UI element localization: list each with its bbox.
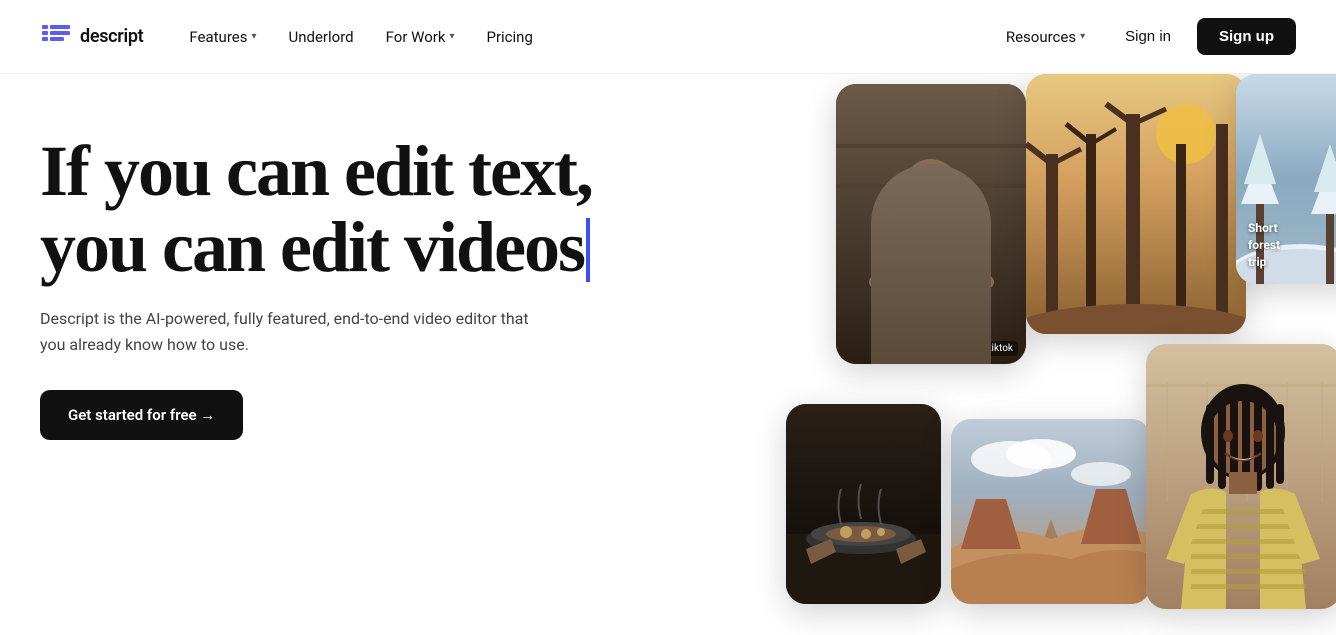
signup-button[interactable]: Sign up bbox=[1197, 18, 1296, 55]
nav-item-resources[interactable]: Resources ▾ bbox=[992, 20, 1099, 54]
woman-illustration bbox=[1146, 344, 1336, 609]
desert-illustration bbox=[951, 419, 1151, 604]
nav-label-for-work: For Work bbox=[386, 28, 446, 46]
media-card-cooking bbox=[786, 404, 941, 604]
snow-overlay-text: Short forest trip bbox=[1248, 221, 1280, 269]
hero-title-line2: you can edit videos bbox=[40, 207, 584, 287]
nav-left: Features ▾ Underlord For Work ▾ Pricing bbox=[175, 20, 991, 54]
media-card-person: tiktok bbox=[836, 84, 1026, 364]
chevron-down-icon: ▾ bbox=[251, 31, 256, 42]
hero-title: If you can edit text, you can edit video… bbox=[40, 134, 592, 286]
media-card-snow: Short forest trip bbox=[1236, 74, 1336, 284]
media-card-desert bbox=[951, 419, 1151, 604]
descript-logo-icon bbox=[40, 21, 72, 53]
nav-item-for-work[interactable]: For Work ▾ bbox=[372, 20, 469, 54]
text-cursor bbox=[586, 218, 590, 283]
nav-label-features: Features bbox=[189, 28, 247, 46]
nav-label-resources: Resources bbox=[1006, 28, 1076, 46]
nav-item-features[interactable]: Features ▾ bbox=[175, 20, 270, 54]
cta-button[interactable]: Get started for free → bbox=[40, 390, 243, 440]
chevron-down-icon-2: ▾ bbox=[449, 31, 454, 42]
hero-content: If you can edit text, you can edit video… bbox=[0, 74, 632, 635]
signin-button[interactable]: Sign in bbox=[1107, 19, 1189, 54]
tiktok-badge: tiktok bbox=[983, 341, 1018, 356]
logo-link[interactable]: descript bbox=[40, 21, 143, 53]
nav-item-pricing[interactable]: Pricing bbox=[472, 20, 546, 54]
snow-illustration bbox=[1236, 74, 1336, 284]
nature-illustration bbox=[1026, 74, 1246, 334]
navbar: descript Features ▾ Underlord For Work ▾… bbox=[0, 0, 1336, 74]
nav-item-underlord[interactable]: Underlord bbox=[275, 20, 368, 54]
logo-text: descript bbox=[80, 26, 143, 47]
media-card-nature bbox=[1026, 74, 1246, 334]
cooking-illustration bbox=[786, 404, 941, 604]
nav-right: Resources ▾ Sign in Sign up bbox=[992, 18, 1296, 55]
chevron-down-icon-3: ▾ bbox=[1080, 31, 1085, 42]
media-card-woman bbox=[1146, 344, 1336, 609]
nav-label-underlord: Underlord bbox=[289, 28, 354, 46]
nav-label-pricing: Pricing bbox=[486, 28, 532, 46]
snow-card-overlay: Short forest trip bbox=[1248, 221, 1280, 272]
hero-title-line1: If you can edit text, bbox=[40, 131, 592, 211]
person-illustration bbox=[836, 84, 1026, 364]
media-collage: tiktok bbox=[776, 74, 1336, 635]
hero-subtitle: Descript is the AI-powered, fully featur… bbox=[40, 306, 540, 357]
hero-section: If you can edit text, you can edit video… bbox=[0, 74, 1336, 635]
